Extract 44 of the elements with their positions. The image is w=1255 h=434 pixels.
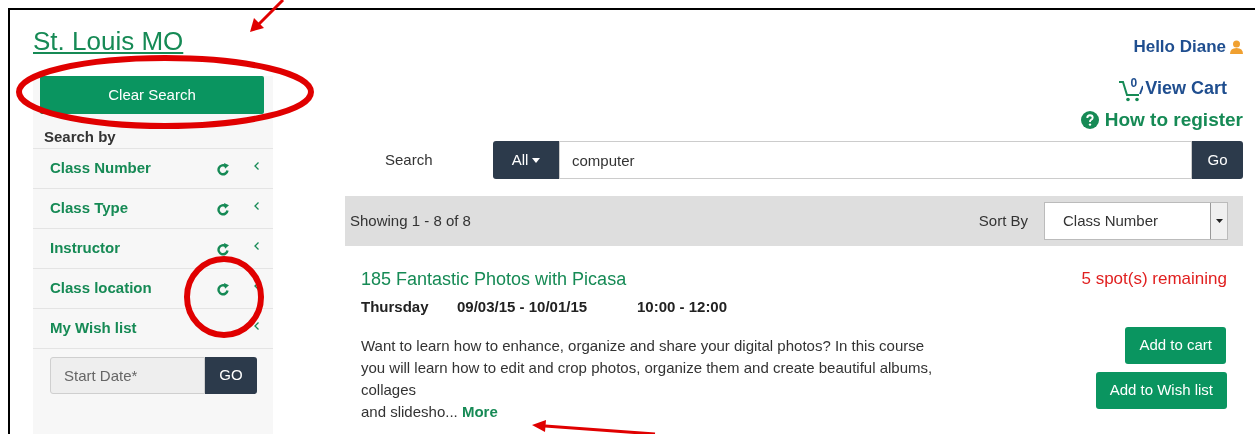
annotation-arrow (250, 0, 285, 32)
search-field[interactable]: computer (559, 141, 1192, 179)
filter-label[interactable]: Class Type (50, 197, 217, 220)
location-title[interactable]: St. Louis MO (33, 26, 273, 56)
clear-search-button[interactable]: Clear Search (40, 76, 264, 114)
sort-dropdown[interactable]: Class Number (1044, 202, 1228, 240)
spots-remaining: 5 spot(s) remaining (1081, 268, 1227, 290)
view-cart-link[interactable]: View Cart (1145, 74, 1227, 102)
caret-icon (532, 157, 541, 163)
how-to-register-link[interactable]: How to register (1104, 105, 1243, 134)
more-link[interactable]: More (461, 402, 498, 420)
chevron-icon[interactable] (254, 161, 259, 170)
help-icon (1080, 110, 1099, 129)
search-by-heading: Search by (44, 127, 117, 147)
greeting-link[interactable]: Hello Diane (1133, 34, 1226, 60)
class-title-link[interactable]: 185 Fantastic Photos with Picasa (361, 266, 627, 293)
caret-icon (1215, 219, 1223, 223)
start-date-field[interactable]: Start Date* (50, 357, 205, 394)
class-description: Want to learn how to enhance, organize and share your digital photos? In this course you will learn how to edit and crop photos, organize them and create beautiful albums, collages and slidesho... More (361, 335, 933, 422)
class-day: Thursday (361, 296, 457, 319)
results-count: Showing 1 - 8 of 8 (350, 210, 472, 231)
chevron-icon[interactable] (254, 241, 259, 250)
chevron-icon[interactable] (254, 321, 259, 330)
refresh-icon[interactable] (217, 161, 230, 176)
filter-label[interactable]: Instructor (50, 237, 217, 260)
go-button[interactable]: GO (205, 357, 257, 394)
add-to-wish-list-button[interactable]: Add to Wish list (1095, 371, 1227, 409)
filter-label[interactable]: Class location (50, 277, 217, 300)
search-label: Search (385, 149, 434, 170)
cart-count: 0 (1130, 74, 1138, 92)
add-to-cart-button[interactable]: Add to cart (1125, 326, 1226, 364)
class-time: 10:00 - 12:00 (637, 297, 728, 317)
user-icon (1230, 39, 1243, 54)
cart-icon[interactable] (1118, 79, 1143, 102)
chevron-icon[interactable] (254, 201, 259, 210)
sort-label: Sort By (978, 210, 1028, 231)
refresh-icon[interactable] (217, 241, 230, 256)
filter-label[interactable]: My Wish list (50, 317, 217, 340)
filter-label[interactable]: Class Number (50, 157, 217, 180)
refresh-icon[interactable] (217, 281, 230, 296)
search-go-button[interactable]: Go (1192, 141, 1243, 179)
refresh-icon[interactable] (217, 201, 230, 216)
scope-dropdown[interactable]: All (493, 141, 559, 179)
class-dates: 09/03/15 - 10/01/15 (457, 297, 589, 317)
